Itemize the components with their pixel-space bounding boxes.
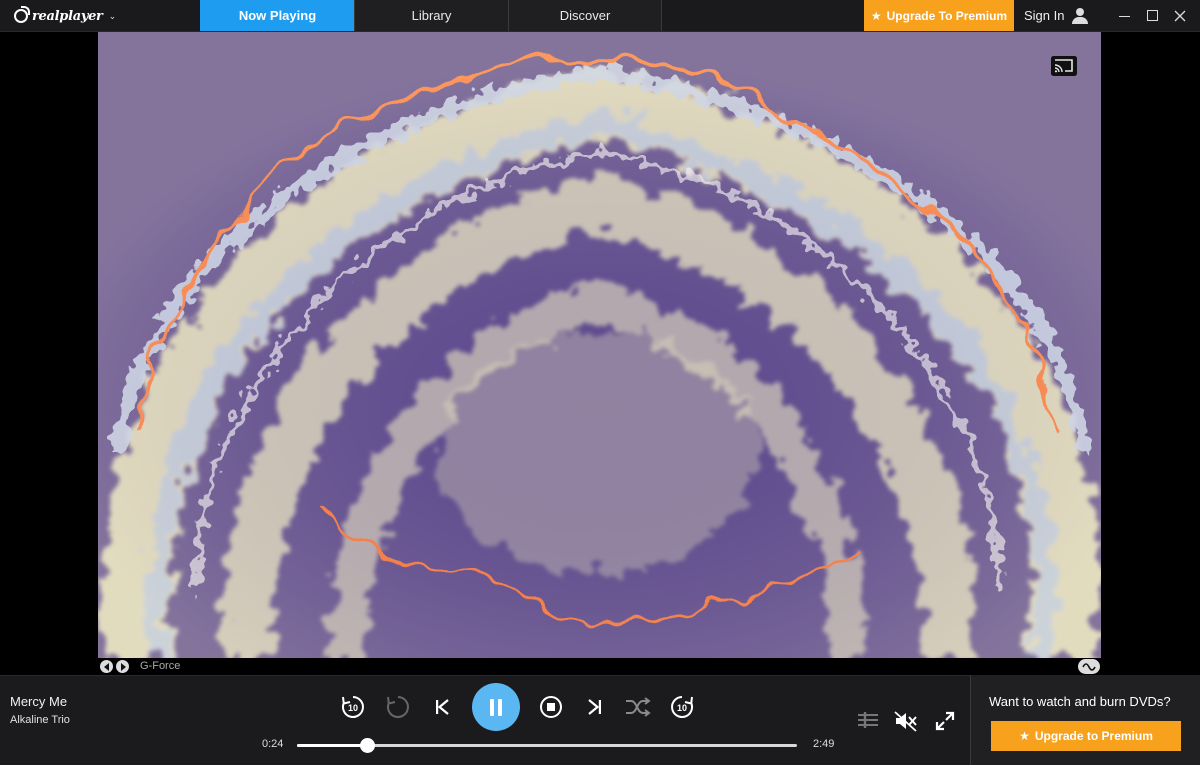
upgrade-premium-label: Upgrade To Premium xyxy=(886,8,1008,23)
visualizer-graphic xyxy=(98,32,1101,658)
realplayer-logo-icon xyxy=(14,6,30,23)
arrow-left-icon xyxy=(103,662,109,671)
sign-in-label: Sign In xyxy=(1024,8,1065,23)
visualizer-bar: G-Force xyxy=(0,658,1200,675)
elapsed-time: 0:24 xyxy=(262,738,284,750)
total-duration: 2:49 xyxy=(813,738,835,750)
visualizer-toggle-button[interactable] xyxy=(1078,659,1100,674)
close-button[interactable] xyxy=(1166,0,1194,31)
pause-icon xyxy=(490,698,494,716)
next-track-icon xyxy=(588,699,601,715)
star-icon: ★ xyxy=(1019,729,1030,743)
chevron-down-icon: ⌄ xyxy=(108,11,117,21)
minimize-icon xyxy=(1118,16,1130,17)
forward-10-button[interactable]: 10 xyxy=(669,694,695,720)
fullscreen-button[interactable] xyxy=(933,709,957,733)
tab-discover[interactable]: Discover xyxy=(508,0,662,31)
app-logo-text: realplayer xyxy=(32,8,103,24)
pause-button[interactable] xyxy=(472,683,520,731)
previous-track-icon xyxy=(436,699,449,715)
shuffle-icon xyxy=(626,697,651,717)
visualizer-canvas[interactable] xyxy=(98,32,1101,658)
main-tabs: Now Playing Library Discover xyxy=(200,0,662,31)
upgrade-premium-button[interactable]: ★ Upgrade To Premium xyxy=(864,0,1014,31)
arrow-right-icon xyxy=(120,662,126,671)
shuffle-button[interactable] xyxy=(624,694,652,720)
forward-10-icon: 10 xyxy=(671,696,693,718)
volume-button[interactable] xyxy=(893,709,919,733)
track-title: Mercy Me xyxy=(10,694,68,709)
star-icon: ★ xyxy=(870,8,882,23)
playback-controls: Mercy Me Alkaline Trio 10 10 0:24 2:49 xyxy=(0,675,970,765)
video-stage xyxy=(0,32,1200,658)
maximize-icon xyxy=(1146,10,1158,21)
maximize-button[interactable] xyxy=(1138,0,1166,31)
next-track-button[interactable] xyxy=(583,694,607,720)
close-icon xyxy=(1174,10,1186,21)
wave-icon xyxy=(1082,662,1096,671)
rewind-10-icon: 10 xyxy=(342,696,364,718)
volume-muted-icon xyxy=(894,711,917,732)
track-artist: Alkaline Trio xyxy=(10,714,70,726)
replay-icon xyxy=(387,696,409,718)
previous-track-button[interactable] xyxy=(430,694,454,720)
previous-visualizer-button[interactable] xyxy=(100,660,113,673)
minimize-button[interactable] xyxy=(1110,0,1138,31)
promo-text: Want to watch and burn DVDs? xyxy=(989,694,1171,709)
next-visualizer-button[interactable] xyxy=(116,660,129,673)
promo-upgrade-button[interactable]: ★ Upgrade to Premium xyxy=(991,721,1181,751)
rewind-10-button[interactable]: 10 xyxy=(340,694,366,720)
visualizer-name: G-Force xyxy=(140,660,181,672)
forward-10-label: 10 xyxy=(677,703,687,713)
rewind-10-label: 10 xyxy=(348,703,358,713)
sign-in-button[interactable]: Sign In xyxy=(1024,0,1089,31)
equalizer-icon xyxy=(858,712,878,728)
cast-icon[interactable] xyxy=(1051,56,1077,76)
promo-panel: Want to watch and burn DVDs? ★ Upgrade t… xyxy=(970,675,1200,765)
stop-icon xyxy=(540,696,562,718)
app-logo[interactable]: realplayer ⌄ xyxy=(14,6,116,26)
progress-fill xyxy=(297,744,368,747)
tab-library[interactable]: Library xyxy=(354,0,508,31)
fullscreen-icon xyxy=(935,711,955,731)
title-bar: realplayer ⌄ Now Playing Library Discove… xyxy=(0,0,1200,32)
user-icon xyxy=(1072,7,1089,24)
tab-now-playing[interactable]: Now Playing xyxy=(200,0,354,31)
progress-thumb[interactable] xyxy=(360,738,375,753)
promo-upgrade-label: Upgrade to Premium xyxy=(1034,729,1153,743)
replay-button[interactable] xyxy=(385,694,411,720)
stop-button[interactable] xyxy=(538,694,564,720)
equalizer-button[interactable] xyxy=(855,709,881,731)
progress-bar[interactable] xyxy=(297,738,797,753)
